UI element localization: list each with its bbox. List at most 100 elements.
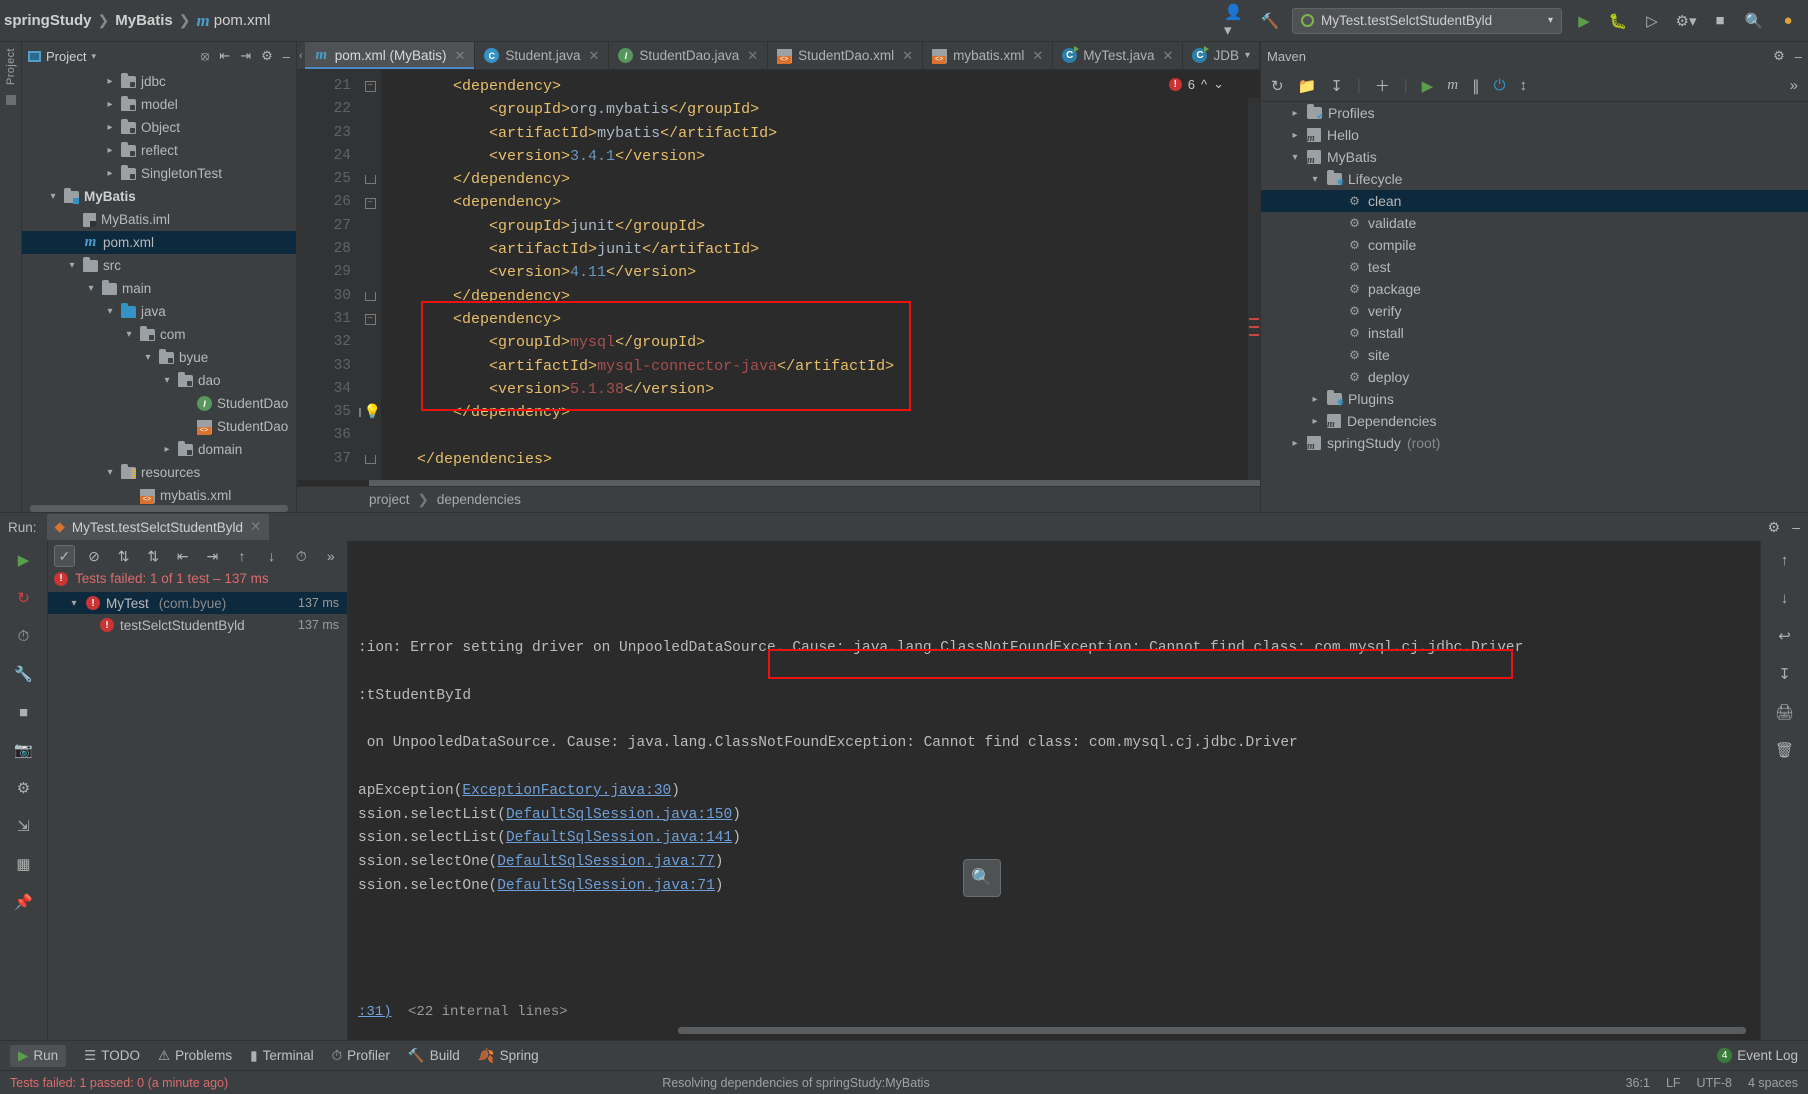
code-content[interactable]: <dependency> <groupId>org.mybatis</group… — [381, 70, 1260, 480]
user-add-icon[interactable]: 👤▾ — [1224, 4, 1248, 39]
prev-error-icon[interactable]: ^ — [1201, 77, 1207, 92]
project-tree-row[interactable]: ▾ java — [22, 300, 296, 323]
chevron-right-icon[interactable]: ▸ — [1289, 438, 1301, 449]
debug-icon[interactable]: 🐛 — [1606, 9, 1630, 33]
project-tree[interactable]: ▸ jdbc ▸ model ▸ Object ▸ reflect ▸ SingletonTest… — [22, 70, 296, 505]
intention-bulb-icon[interactable]: 💡 — [364, 404, 381, 421]
structure-tool-icon[interactable] — [5, 95, 16, 106]
snapshot-icon[interactable]: 📷 — [13, 739, 35, 761]
caret-position[interactable]: 36:1 — [1626, 1076, 1650, 1090]
gear-icon[interactable]: ⚙ — [1768, 519, 1781, 536]
project-tree-row[interactable]: ▸ model — [22, 93, 296, 116]
close-icon[interactable]: ✕ — [1032, 48, 1043, 64]
chevron-right-icon[interactable]: ▸ — [104, 168, 116, 179]
error-marker-stripe[interactable] — [1248, 98, 1260, 480]
bottom-tool-terminal[interactable]: ▮ Terminal — [250, 1048, 313, 1064]
maven-tree-row[interactable]: ▸ springStudy (root) — [1261, 432, 1808, 454]
run-with-coverage-icon[interactable]: ▷ — [1640, 9, 1664, 33]
project-tree-row[interactable]: I StudentDao — [22, 392, 296, 415]
clear-all-icon[interactable]: 🗑 — [1774, 739, 1796, 761]
test-tree-row[interactable]: ! testSelctStudentByld 137 ms — [48, 614, 347, 636]
maven-tree-row[interactable]: ▾ MyBatis — [1261, 146, 1808, 168]
test-tree[interactable]: ▾! MyTest (com.byue) 137 ms! testSelctStuden… — [48, 592, 347, 636]
export-icon[interactable]: ⇲ — [13, 815, 35, 837]
stacktrace-link[interactable]: DefaultSqlSession.java:71 — [497, 878, 715, 894]
code-fold-marker[interactable]: − — [359, 308, 381, 331]
show-passed-icon[interactable]: ✓ — [54, 545, 75, 567]
more-icon[interactable]: » — [320, 545, 341, 567]
chevron-down-icon[interactable]: ▾ — [66, 260, 78, 271]
internal-lines-row[interactable]: :31) <22 internal lines> — [358, 1004, 568, 1020]
close-icon[interactable]: ✕ — [250, 519, 261, 535]
close-icon[interactable]: ✕ — [902, 48, 913, 64]
stop-icon[interactable]: ■ — [13, 701, 35, 723]
toggle-skip-tests-icon[interactable]: ∥ — [1472, 77, 1480, 95]
test-tree-row[interactable]: ▾! MyTest (com.byue) 137 ms — [48, 592, 347, 614]
code-folding-column[interactable]: − − − 💡 — [358, 70, 381, 480]
sort-by-duration-icon[interactable]: ⇅ — [143, 545, 164, 567]
stacktrace-link[interactable]: DefaultSqlSession.java:150 — [506, 807, 732, 823]
code-fold-marker[interactable] — [359, 285, 381, 308]
chevron-down-icon[interactable]: ▾ — [47, 191, 59, 202]
bottom-tool-problems[interactable]: ⚠ Problems — [158, 1048, 232, 1064]
bottom-tool-build[interactable]: 🔨 Build — [408, 1048, 460, 1064]
indent-setting[interactable]: 4 spaces — [1748, 1076, 1798, 1090]
show-ignored-icon[interactable]: ⊘ — [84, 545, 105, 567]
console-output[interactable]: :ion: Error setting driver on UnpooledDa… — [348, 541, 1760, 1040]
collapse-all-icon[interactable]: ⇥ — [202, 545, 223, 567]
hide-panel-icon[interactable]: ‒ — [1792, 519, 1800, 536]
maven-tree-row[interactable]: ⚙ clean — [1261, 190, 1808, 212]
editor-tab[interactable]: mybatis.xml ✕ — [923, 42, 1054, 69]
editor-tab[interactable]: C Student.java ✕ — [475, 42, 610, 69]
project-tree-row[interactable]: ▾ dao — [22, 369, 296, 392]
close-icon[interactable]: ✕ — [1163, 48, 1174, 64]
maven-tree-row[interactable]: ⚙ site — [1261, 344, 1808, 366]
line-separator[interactable]: LF — [1666, 1076, 1681, 1090]
code-fold-marker[interactable]: − — [359, 191, 381, 214]
expand-icon[interactable]: ↕ — [1519, 77, 1527, 94]
maven-goal-icon[interactable]: m — [1447, 77, 1458, 94]
chevron-right-icon[interactable]: ▸ — [104, 122, 116, 133]
code-fold-marker[interactable] — [359, 448, 381, 471]
project-tree-row[interactable]: ▸ Object — [22, 116, 296, 139]
breadcrumb-item-file[interactable]: pom.xml — [214, 12, 271, 29]
close-icon[interactable]: ✕ — [747, 48, 758, 64]
editor-tab[interactable]: C JDB ▾ — [1183, 42, 1260, 69]
project-panel-title-group[interactable]: Project ▾ — [28, 49, 96, 64]
maven-tree-row[interactable]: ⚙ validate — [1261, 212, 1808, 234]
run-icon[interactable]: ▶ — [1422, 77, 1434, 95]
project-tree-row[interactable]: ▾ src — [22, 254, 296, 277]
profile-icon[interactable]: ⚙▾ — [1674, 9, 1698, 33]
layout-icon[interactable]: ▦ — [13, 853, 35, 875]
project-tree-row[interactable]: ▾ MyBatis — [22, 185, 296, 208]
chevron-right-icon[interactable]: ▸ — [104, 76, 116, 87]
project-tree-row[interactable]: ▾ byue — [22, 346, 296, 369]
rerun-icon[interactable]: ▶ — [13, 549, 35, 571]
code-editor[interactable]: 21 22 23 24 25 26 27 28 29 30 31 32 33 34 35 36 37 − − − 💡 … — [297, 70, 1260, 480]
chevron-down-icon[interactable]: ▾ — [1309, 174, 1321, 185]
chevron-right-icon[interactable]: ▸ — [1289, 108, 1301, 119]
breadcrumb-item-module[interactable]: MyBatis — [115, 12, 173, 29]
gear-icon[interactable]: ⚙ — [1773, 48, 1785, 64]
maven-tree-row[interactable]: ⚙ install — [1261, 322, 1808, 344]
maven-tree-row[interactable]: ▾ Lifecycle — [1261, 168, 1808, 190]
maven-tree-row[interactable]: ▸ Dependencies — [1261, 410, 1808, 432]
project-tree-row[interactable]: ▾ main — [22, 277, 296, 300]
maven-tree-row[interactable]: ⚙ deploy — [1261, 366, 1808, 388]
chevron-right-icon[interactable]: ▸ — [161, 444, 173, 455]
error-marker[interactable] — [1249, 318, 1259, 320]
editor-tab[interactable]: C MyTest.java ✕ — [1053, 42, 1184, 69]
chevron-down-icon[interactable]: ▾ — [142, 352, 154, 363]
search-icon[interactable]: 🔍 — [1742, 9, 1766, 33]
bottom-tool-todo[interactable]: ☰ TODO — [84, 1048, 140, 1064]
editor-error-count[interactable]: ! 6 ^ ⌄ — [1168, 76, 1224, 92]
editor-tab[interactable]: StudentDao.xml ✕ — [768, 42, 924, 69]
add-maven-project-icon[interactable]: 📁 — [1298, 77, 1317, 95]
project-tree-row[interactable]: StudentDao — [22, 415, 296, 438]
run-tab[interactable]: ◆ MyTest.testSelctStudentByld ✕ — [46, 514, 270, 540]
more-icon[interactable]: » — [1790, 77, 1798, 94]
maven-tree-row[interactable]: ⚙ test — [1261, 256, 1808, 278]
file-encoding[interactable]: UTF-8 — [1697, 1076, 1732, 1090]
settings-icon[interactable]: ● — [1776, 9, 1800, 33]
stacktrace-link[interactable]: DefaultSqlSession.java:141 — [506, 830, 732, 846]
